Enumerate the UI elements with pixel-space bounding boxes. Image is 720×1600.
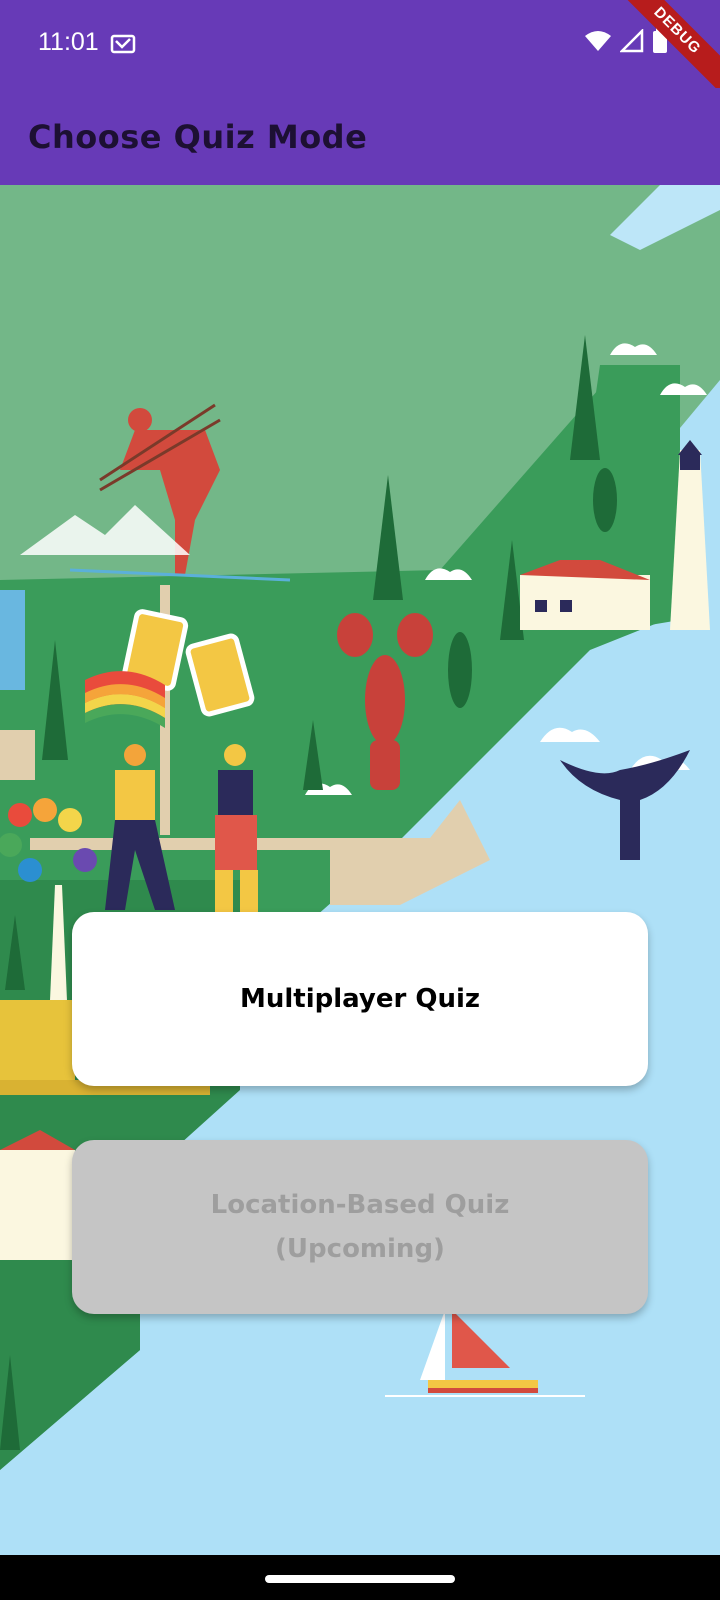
location-quiz-sublabel: (Upcoming) [275, 1234, 445, 1264]
signal-icon [620, 29, 644, 53]
new-england-map-illustration [0, 185, 720, 1555]
background-illustration [0, 185, 720, 1555]
home-gesture-handle[interactable] [265, 1575, 455, 1583]
multiplayer-quiz-button[interactable]: Multiplayer Quiz [72, 912, 648, 1086]
status-icons [584, 28, 668, 54]
location-quiz-label: Location-Based Quiz [210, 1190, 510, 1220]
page-title: Choose Quiz Mode [28, 118, 368, 156]
multiplayer-quiz-label: Multiplayer Quiz [239, 984, 481, 1014]
wifi-icon [585, 31, 611, 51]
app-bar: Choose Quiz Mode [0, 88, 720, 185]
location-based-quiz-button: Location-Based Quiz (Upcoming) [72, 1140, 648, 1314]
notification-icon [110, 34, 136, 54]
status-bar: 11:01 DEBUG [0, 0, 720, 101]
status-time: 11:01 [38, 28, 99, 56]
